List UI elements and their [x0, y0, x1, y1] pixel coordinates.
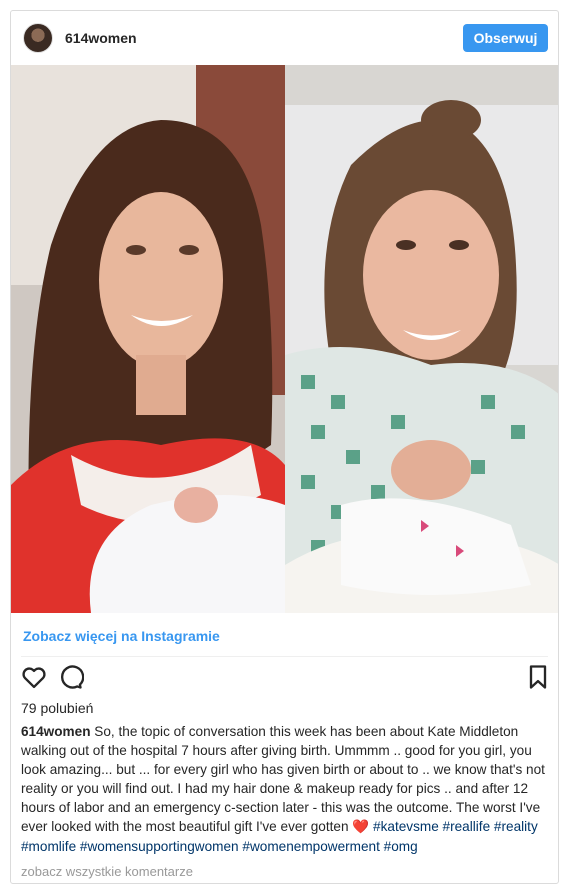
instagram-embed-card: 614women Obserwuj Zobacz więcej na Insta…	[10, 10, 559, 884]
username[interactable]: 614women	[65, 30, 137, 46]
divider	[21, 656, 548, 657]
heart-emoji: ❤️	[352, 819, 370, 835]
speech-bubble-icon[interactable]	[56, 663, 85, 691]
view-all-comments-link[interactable]: zobacz wszystkie komentarze	[21, 864, 193, 879]
bookmark-icon[interactable]	[524, 663, 552, 691]
post-header: 614women Obserwuj	[11, 11, 558, 65]
caption-username[interactable]: 614women	[21, 724, 91, 739]
action-bar	[11, 663, 558, 703]
post-photo-illustration	[11, 65, 558, 613]
likes-count[interactable]: 79 polubień	[21, 700, 93, 716]
post-image[interactable]	[11, 65, 558, 613]
heart-outline-icon[interactable]	[20, 663, 48, 691]
avatar[interactable]	[23, 23, 53, 53]
follow-button[interactable]: Obserwuj	[463, 24, 548, 52]
caption: 614women So, the topic of conversation t…	[21, 722, 551, 856]
view-more-link[interactable]: Zobacz więcej na Instagramie	[23, 628, 220, 644]
caption-text: So, the topic of conversation this week …	[21, 724, 545, 835]
